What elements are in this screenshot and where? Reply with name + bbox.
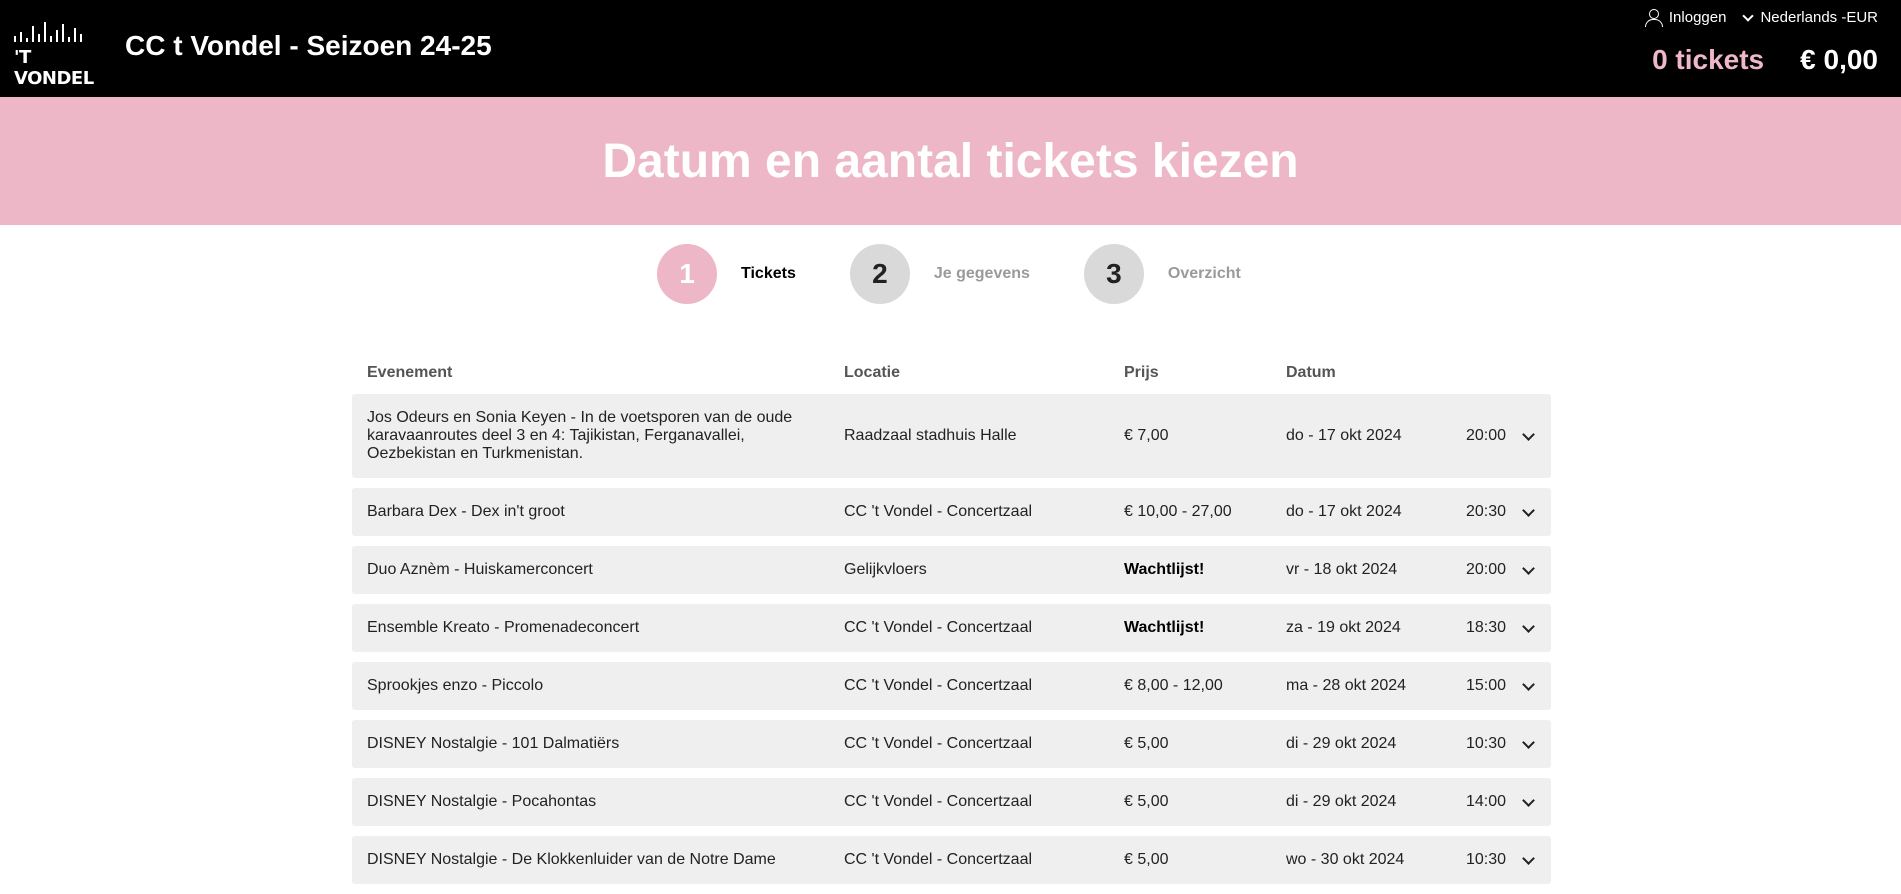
event-name: DISNEY Nostalgie - Pocahontas [367, 793, 597, 810]
language-label: Nederlands -EUR [1760, 9, 1878, 26]
event-date: do - 17 okt 2024 [1286, 503, 1402, 520]
table-row[interactable]: Ensemble Kreato - Promenadeconcert CC 't… [352, 604, 1551, 652]
logo-text: 'T VONDEL [14, 47, 94, 89]
chevron-down-icon [1522, 427, 1535, 441]
event-time: 14:00 [1465, 793, 1506, 810]
event-location: CC 't Vondel - Concertzaal [844, 503, 1033, 520]
event-name: Barbara Dex - Dex in't groot [367, 503, 565, 520]
cart-total[interactable]: € 0,00 [1800, 44, 1878, 76]
table-row[interactable]: Jos Odeurs en Sonia Keyen - In de voetsp… [352, 394, 1551, 478]
top-links: Inloggen Nederlands -EUR [1644, 9, 1878, 27]
event-date: vr - 18 okt 2024 [1286, 561, 1398, 578]
chevron-down-icon [1522, 851, 1535, 865]
event-date: di - 29 okt 2024 [1286, 735, 1397, 752]
expand-button[interactable] [1506, 677, 1551, 691]
step-number: 2 [849, 244, 910, 304]
logo-bars-icon [14, 22, 96, 42]
step-label: Overzicht [1167, 265, 1241, 282]
event-price: Wachtlijst! [1124, 619, 1205, 636]
event-location: CC 't Vondel - Concertzaal [844, 735, 1033, 752]
event-name: Jos Odeurs en Sonia Keyen - In de voetsp… [367, 409, 793, 462]
table-row[interactable]: Duo Aznèm - Huiskamerconcert Gelijkvloer… [352, 546, 1551, 594]
chevron-down-icon [1522, 503, 1535, 517]
hero-banner: Datum en aantal tickets kiezen [0, 97, 1901, 225]
cart-summary[interactable]: 0 tickets € 0,00 [1652, 44, 1878, 76]
event-time: 20:30 [1465, 503, 1506, 520]
step-je-gegevens[interactable]: 2 Je gegevens [849, 244, 1030, 304]
event-date: za - 19 okt 2024 [1286, 619, 1401, 636]
step-number: 1 [657, 244, 717, 304]
column-header-evenement: Evenement [367, 364, 453, 381]
event-location: Raadzaal stadhuis Halle [844, 427, 1017, 444]
event-name: Ensemble Kreato - Promenadeconcert [367, 619, 640, 636]
expand-button[interactable] [1506, 851, 1551, 865]
step-overzicht[interactable]: 3 Overzicht [1083, 244, 1241, 304]
event-time: 20:00 [1465, 427, 1506, 444]
event-location: CC 't Vondel - Concertzaal [844, 677, 1033, 694]
column-header-datum: Datum [1286, 364, 1336, 381]
event-time: 20:00 [1465, 561, 1506, 578]
event-date: wo - 30 okt 2024 [1286, 851, 1405, 868]
site-header: 'T VONDEL CC t Vondel - Seizoen 24-25 In… [0, 0, 1901, 97]
chevron-down-icon [1522, 735, 1535, 749]
chevron-down-icon [1742, 9, 1755, 22]
expand-button[interactable] [1506, 735, 1551, 749]
event-price: € 5,00 [1124, 735, 1169, 752]
event-price: € 10,00 - 27,00 [1124, 503, 1232, 520]
chevron-down-icon [1522, 677, 1535, 691]
table-row[interactable]: Sprookjes enzo - Piccolo CC 't Vondel - … [352, 662, 1551, 710]
step-tickets[interactable]: 1 Tickets [657, 244, 796, 304]
column-header-locatie: Locatie [844, 364, 901, 381]
event-name: Sprookjes enzo - Piccolo [367, 677, 544, 694]
event-price: € 5,00 [1124, 851, 1169, 868]
login-link[interactable]: Inloggen [1644, 9, 1727, 27]
step-number: 3 [1083, 244, 1144, 304]
login-label: Inloggen [1668, 9, 1727, 26]
event-location: CC 't Vondel - Concertzaal [844, 851, 1033, 868]
event-time: 15:00 [1465, 677, 1506, 694]
table-header: Evenement Locatie Prijs Datum [352, 352, 1551, 394]
user-icon [1644, 9, 1663, 27]
step-label: Tickets [741, 265, 796, 282]
column-header-prijs: Prijs [1124, 364, 1159, 381]
expand-button[interactable] [1506, 427, 1551, 441]
event-name: DISNEY Nostalgie - De Klokkenluider van … [367, 851, 776, 868]
event-name: Duo Aznèm - Huiskamerconcert [367, 561, 593, 578]
event-price: € 7,00 [1124, 427, 1169, 444]
expand-button[interactable] [1506, 793, 1551, 807]
expand-button[interactable] [1506, 503, 1551, 517]
event-time: 10:30 [1465, 851, 1506, 868]
expand-button[interactable] [1506, 561, 1551, 575]
checkout-steps: 1 Tickets 2 Je gegevens 3 Overzicht [657, 244, 1241, 304]
events-table: Evenement Locatie Prijs Datum Jos Odeurs… [352, 352, 1551, 894]
site-title: CC t Vondel - Seizoen 24-25 [125, 30, 492, 61]
event-price: € 8,00 - 12,00 [1124, 677, 1223, 694]
table-row[interactable]: Barbara Dex - Dex in't groot CC 't Vonde… [352, 488, 1551, 536]
cart-tickets-count[interactable]: 0 tickets [1652, 44, 1764, 76]
event-location: Gelijkvloers [844, 561, 927, 578]
language-selector[interactable]: Nederlands -EUR [1742, 9, 1878, 26]
vondel-logo[interactable]: 'T VONDEL [14, 22, 96, 89]
event-date: ma - 28 okt 2024 [1286, 677, 1407, 694]
table-row[interactable]: DISNEY Nostalgie - 101 Dalmatiërs CC 't … [352, 720, 1551, 768]
table-row[interactable]: DISNEY Nostalgie - De Klokkenluider van … [352, 836, 1551, 884]
event-name: DISNEY Nostalgie - 101 Dalmatiërs [367, 735, 620, 752]
table-row[interactable]: DISNEY Nostalgie - Pocahontas CC 't Vond… [352, 778, 1551, 826]
chevron-down-icon [1522, 619, 1535, 633]
event-date: di - 29 okt 2024 [1286, 793, 1397, 810]
event-time: 10:30 [1465, 735, 1506, 752]
event-time: 18:30 [1465, 619, 1506, 636]
event-location: CC 't Vondel - Concertzaal [844, 619, 1033, 636]
event-date: do - 17 okt 2024 [1286, 427, 1402, 444]
event-location: CC 't Vondel - Concertzaal [844, 793, 1033, 810]
expand-button[interactable] [1506, 619, 1551, 633]
event-price: Wachtlijst! [1124, 561, 1205, 578]
page-title: Datum en aantal tickets kiezen [602, 134, 1299, 188]
chevron-down-icon [1522, 793, 1535, 807]
chevron-down-icon [1522, 561, 1535, 575]
step-label: Je gegevens [933, 265, 1030, 282]
event-price: € 5,00 [1124, 793, 1169, 810]
